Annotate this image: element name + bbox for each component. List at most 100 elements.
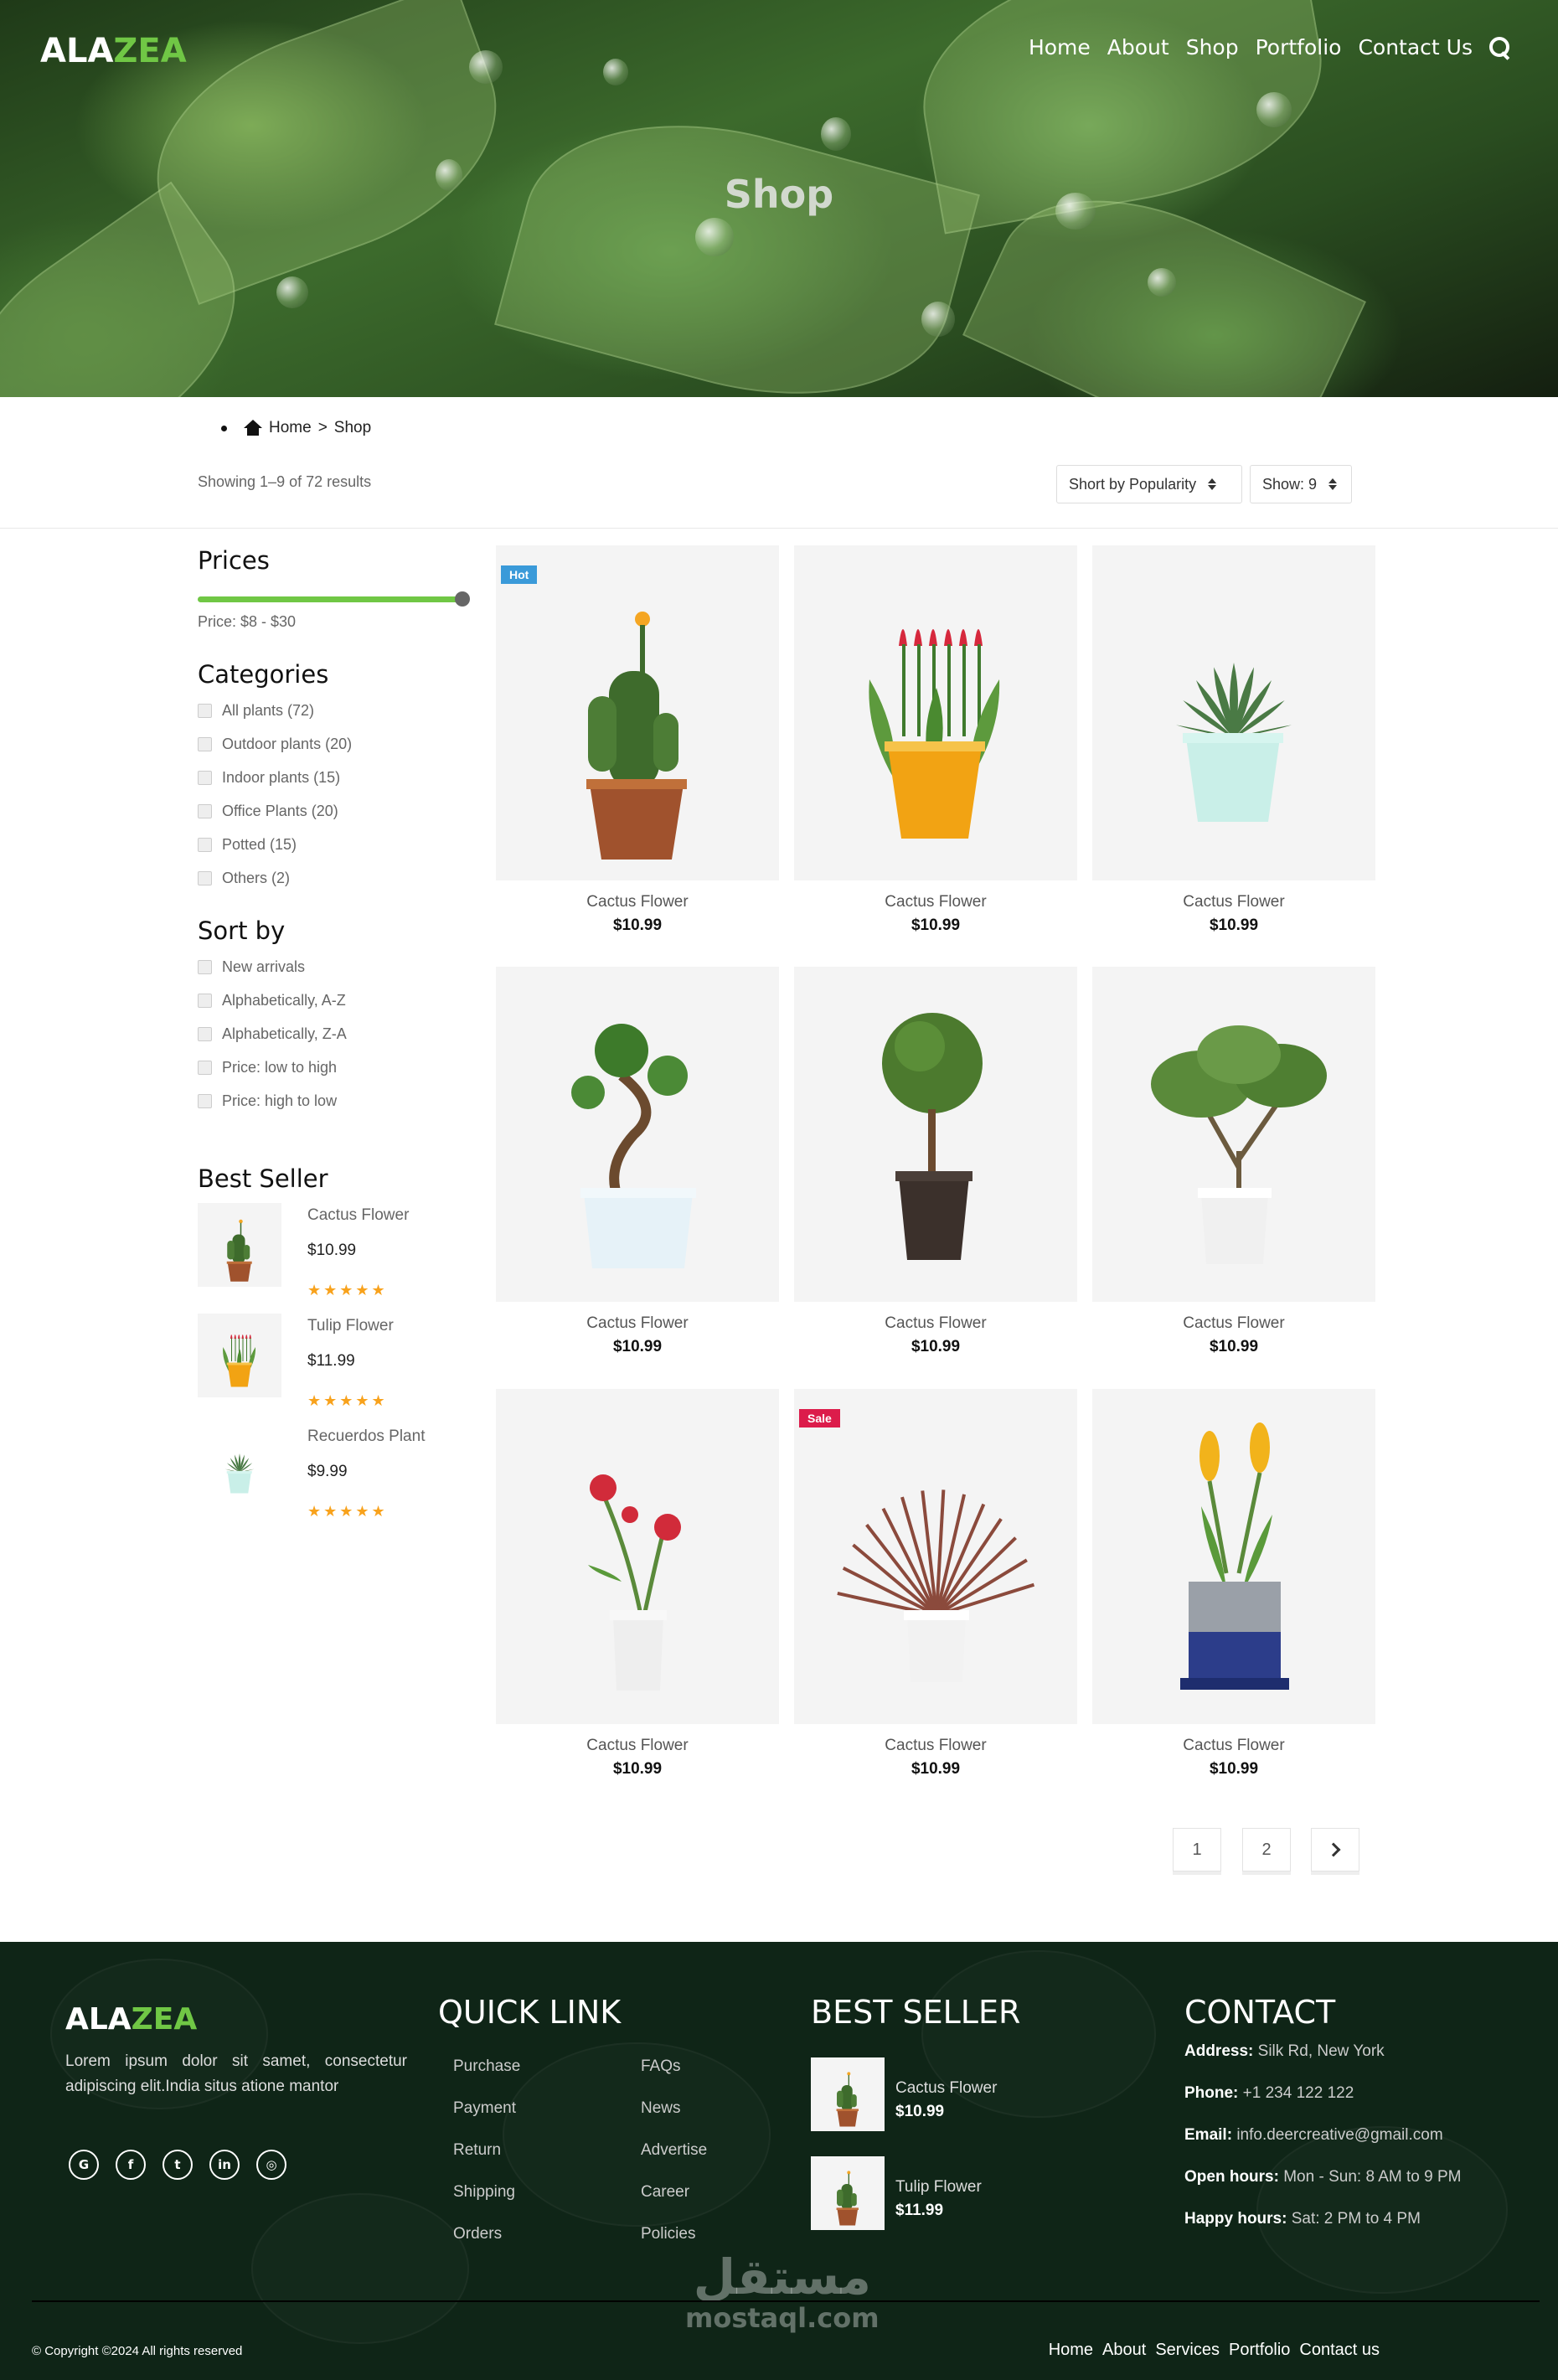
checkbox[interactable]	[198, 703, 212, 718]
checkbox[interactable]	[198, 1060, 212, 1075]
instagram-icon[interactable]: ◎	[256, 2150, 286, 2180]
product-card[interactable]: Sale	[794, 1389, 1077, 1724]
footer-link[interactable]: FAQs	[641, 2057, 707, 2099]
footer-link[interactable]: Orders	[453, 2225, 520, 2267]
nav-home[interactable]: Home	[1029, 35, 1091, 59]
facebook-icon[interactable]: f	[116, 2150, 146, 2180]
footer-best-seller-item[interactable]: Cactus Flower $10.99	[811, 2057, 1029, 2133]
footer-link[interactable]: Advertise	[641, 2141, 707, 2183]
checkbox[interactable]	[198, 1026, 212, 1041]
nav-portfolio[interactable]: Portfolio	[1256, 35, 1342, 59]
footer-best-seller-item[interactable]: Tulip Flower $11.99	[811, 2156, 1029, 2232]
footer-link[interactable]: Return	[453, 2141, 520, 2183]
contact-label: Address:	[1184, 2042, 1254, 2060]
footer-link[interactable]: Purchase	[453, 2057, 520, 2099]
category-item[interactable]: Office Plants (20)	[198, 794, 352, 828]
footer-best-seller-name[interactable]: Cactus Flower	[895, 2079, 997, 2098]
product-name[interactable]: Cactus Flower	[496, 1314, 779, 1333]
category-item[interactable]: Indoor plants (15)	[198, 761, 352, 794]
product-price: $10.99	[612, 1760, 663, 1778]
product-card[interactable]	[794, 967, 1077, 1302]
footer-link[interactable]: Payment	[453, 2099, 520, 2141]
footer-nav-portfolio[interactable]: Portfolio	[1229, 2341, 1290, 2360]
product-card[interactable]	[1092, 967, 1375, 1302]
product-name[interactable]: Cactus Flower	[794, 1314, 1077, 1333]
nav-shop[interactable]: Shop	[1186, 35, 1239, 59]
search-icon[interactable]	[1489, 36, 1511, 59]
price-slider-track[interactable]	[198, 596, 462, 602]
best-seller-name[interactable]: Recuerdos Plant	[307, 1427, 425, 1446]
page-2-button[interactable]: 2	[1242, 1828, 1291, 1871]
footer-nav-home[interactable]: Home	[1049, 2341, 1093, 2360]
checkbox[interactable]	[198, 803, 212, 818]
breadcrumb-home[interactable]: Home	[269, 419, 312, 437]
footer-link[interactable]: Shipping	[453, 2183, 520, 2225]
best-seller-item[interactable]: Cactus Flower $10.99 ★★★★★	[198, 1203, 474, 1304]
category-item[interactable]: Outdoor plants (20)	[198, 727, 352, 761]
footer-nav-about[interactable]: About	[1102, 2341, 1146, 2360]
contact-label: Email:	[1184, 2126, 1233, 2144]
product-thumbnail[interactable]	[811, 2057, 885, 2131]
breadcrumb: Home > Shop	[221, 419, 371, 437]
product-name[interactable]: Cactus Flower	[794, 893, 1077, 911]
site-logo[interactable]: ALAZEA	[40, 32, 187, 70]
checkbox[interactable]	[198, 770, 212, 785]
category-item[interactable]: All plants (72)	[198, 694, 352, 727]
best-seller-item[interactable]: Recuerdos Plant $9.99 ★★★★★	[198, 1424, 474, 1525]
checkbox[interactable]	[198, 837, 212, 852]
product-card[interactable]	[1092, 1389, 1375, 1724]
sort-select[interactable]: Short by Popularity	[1056, 465, 1242, 503]
product-price: $10.99	[612, 1338, 663, 1355]
page-1-button[interactable]: 1	[1173, 1828, 1221, 1871]
sort-item[interactable]: New arrivals	[198, 950, 347, 983]
sort-item[interactable]: Alphabetically, A-Z	[198, 983, 347, 1017]
sort-item[interactable]: Alphabetically, Z-A	[198, 1017, 347, 1051]
category-item[interactable]: Potted (15)	[198, 828, 352, 861]
footer-nav-contact[interactable]: Contact us	[1299, 2341, 1380, 2360]
best-seller-name[interactable]: Cactus Flower	[307, 1206, 409, 1225]
footer-link[interactable]: News	[641, 2099, 707, 2141]
nav-about[interactable]: About	[1107, 35, 1169, 59]
product-thumbnail[interactable]	[198, 1424, 281, 1508]
bullet	[221, 425, 227, 431]
home-icon[interactable]	[244, 420, 262, 436]
price-slider-handle[interactable]	[455, 591, 470, 607]
nav-contact[interactable]: Contact Us	[1358, 35, 1473, 59]
footer-nav-services[interactable]: Services	[1155, 2341, 1220, 2360]
category-item[interactable]: Others (2)	[198, 861, 352, 895]
next-page-button[interactable]	[1311, 1828, 1359, 1871]
checkbox[interactable]	[198, 993, 212, 1008]
product-card[interactable]	[1092, 545, 1375, 880]
product-thumbnail[interactable]	[198, 1203, 281, 1287]
contact-value[interactable]: +1 234 122 122	[1243, 2084, 1354, 2102]
best-seller-price: $11.99	[307, 1352, 355, 1370]
google-icon[interactable]: G	[69, 2150, 99, 2180]
footer-link[interactable]: Career	[641, 2183, 707, 2225]
linkedin-icon[interactable]: in	[209, 2150, 240, 2180]
product-name[interactable]: Cactus Flower	[1092, 893, 1375, 911]
product-card[interactable]	[496, 967, 779, 1302]
product-card[interactable]: Hot	[496, 545, 779, 880]
contact-value[interactable]: info.deercreative@gmail.com	[1236, 2126, 1442, 2144]
product-card[interactable]	[496, 1389, 779, 1724]
twitter-icon[interactable]: t	[163, 2150, 193, 2180]
product-thumbnail[interactable]	[811, 2156, 885, 2230]
product-name[interactable]: Cactus Flower	[1092, 1737, 1375, 1755]
checkbox[interactable]	[198, 1093, 212, 1108]
product-name[interactable]: Cactus Flower	[496, 1737, 779, 1755]
footer-best-seller-name[interactable]: Tulip Flower	[895, 2178, 982, 2197]
product-card[interactable]	[794, 545, 1077, 880]
best-seller-name[interactable]: Tulip Flower	[307, 1317, 394, 1335]
sort-item[interactable]: Price: low to high	[198, 1051, 347, 1084]
checkbox[interactable]	[198, 870, 212, 885]
product-thumbnail[interactable]	[198, 1314, 281, 1397]
checkbox[interactable]	[198, 736, 212, 751]
sort-item[interactable]: Price: high to low	[198, 1084, 347, 1118]
checkbox[interactable]	[198, 959, 212, 974]
product-name[interactable]: Cactus Flower	[1092, 1314, 1375, 1333]
footer-logo[interactable]: ALAZEA	[65, 2002, 197, 2037]
product-name[interactable]: Cactus Flower	[794, 1737, 1077, 1755]
best-seller-item[interactable]: Tulip Flower $11.99 ★★★★★	[198, 1314, 474, 1414]
show-select[interactable]: Show: 9	[1250, 465, 1352, 503]
product-name[interactable]: Cactus Flower	[496, 893, 779, 911]
